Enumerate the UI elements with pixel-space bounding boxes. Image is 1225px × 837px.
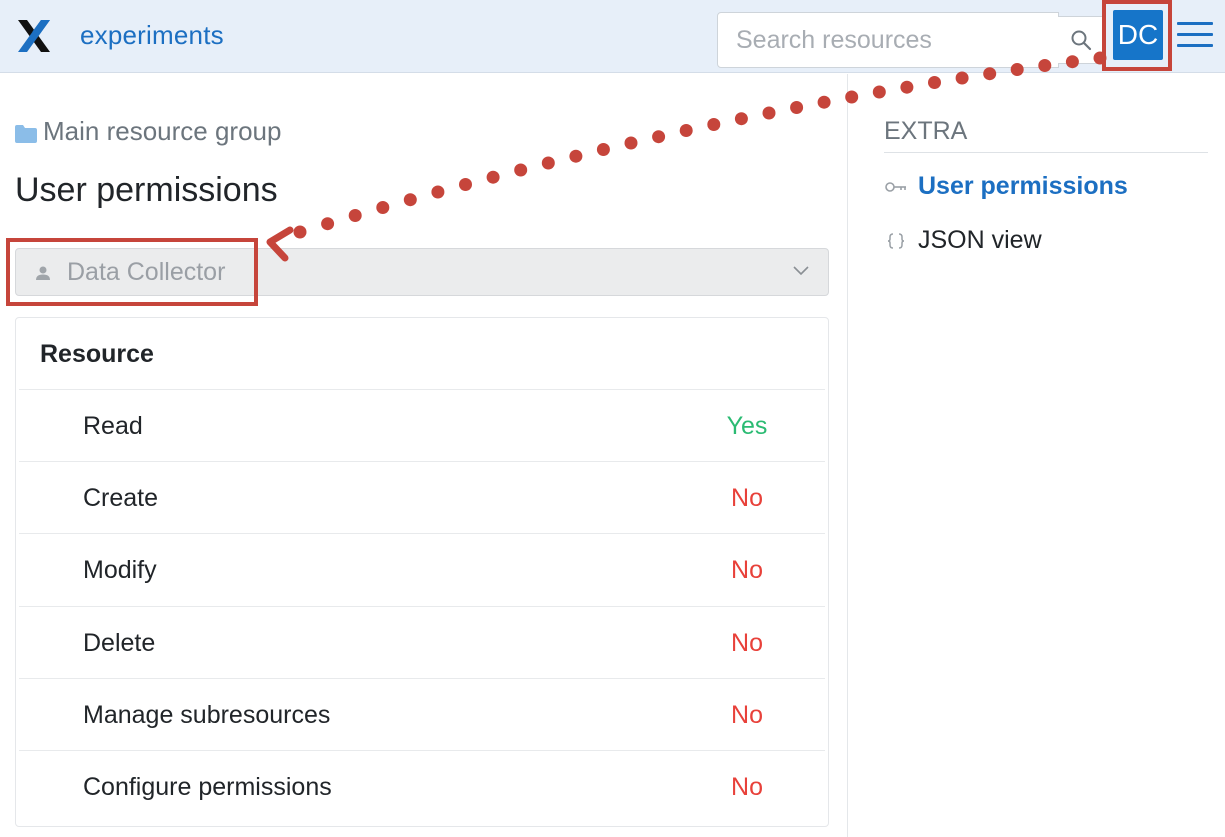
permissions-table: Resource Read Yes Create No Modify No De…	[15, 317, 829, 827]
search-input[interactable]	[717, 12, 1059, 68]
arrow-dot	[900, 80, 914, 94]
app-title-link[interactable]: experiments	[80, 20, 224, 51]
chevron-down-icon	[793, 266, 809, 276]
arrow-dot	[955, 71, 969, 85]
arrow-dot	[596, 143, 610, 156]
permissions-table-header: Resource	[40, 340, 154, 368]
arrow-dot	[514, 163, 528, 177]
top-navbar: experiments DC	[0, 0, 1225, 73]
arrow-dot	[569, 149, 583, 163]
key-icon	[885, 181, 906, 192]
arrow-dot	[762, 106, 776, 120]
sidebar-heading: EXTRA	[884, 117, 968, 145]
arrow-dot	[817, 95, 831, 109]
permission-value: No	[731, 556, 763, 584]
table-row: Manage subresources No	[19, 678, 825, 750]
table-row: Delete No	[19, 606, 825, 678]
arrow-dot	[403, 193, 417, 207]
sidebar-item-user-permissions[interactable]: User permissions	[884, 172, 1128, 201]
arrow-dot	[734, 112, 748, 126]
arrow-dot	[790, 101, 804, 114]
permission-name: Read	[83, 412, 143, 440]
hamburger-menu-button[interactable]	[1175, 18, 1215, 52]
permission-value: No	[731, 701, 763, 729]
permission-value: No	[731, 484, 763, 512]
user-icon	[36, 266, 50, 280]
folder-icon	[15, 124, 37, 143]
arrow-dot	[872, 85, 886, 99]
arrow-dot	[541, 156, 555, 170]
sidebar-item-json-view[interactable]: JSON view	[884, 226, 1042, 255]
arrow-dot	[293, 225, 307, 239]
arrow-dot	[486, 170, 500, 184]
page-title: User permissions	[15, 171, 278, 209]
breadcrumb[interactable]: Main resource group	[15, 116, 281, 147]
table-row: Create No	[19, 461, 825, 533]
app-logo-icon[interactable]	[16, 18, 52, 54]
breadcrumb-label: Main resource group	[43, 116, 282, 146]
permission-name: Create	[83, 484, 159, 512]
arrow-dot	[376, 201, 390, 214]
arrow-dot	[707, 118, 721, 131]
arrow-dot	[652, 130, 666, 144]
permission-name: Modify	[83, 556, 157, 584]
table-row: Modify No	[19, 533, 825, 605]
arrow-dot	[431, 185, 445, 199]
permission-name: Delete	[83, 629, 156, 657]
sidebar-heading-rule	[884, 152, 1208, 153]
search-icon	[1071, 30, 1091, 51]
arrow-dot	[321, 217, 335, 231]
arrow-dot	[928, 76, 941, 89]
permission-value: Yes	[726, 412, 768, 440]
permission-name: Manage subresources	[83, 701, 331, 729]
menu-bar	[1177, 44, 1213, 47]
search-button[interactable]	[1058, 16, 1104, 64]
sidebar-divider	[847, 74, 848, 837]
table-row: Read Yes	[19, 389, 825, 461]
user-avatar-button[interactable]: DC	[1113, 10, 1163, 60]
permission-value: No	[731, 629, 763, 657]
permission-name: Configure permissions	[83, 773, 332, 801]
arrow-dot	[679, 124, 693, 137]
menu-bar	[1177, 22, 1213, 25]
sidebar-item-label: JSON view	[918, 226, 1042, 254]
menu-bar	[1177, 33, 1213, 36]
role-select-value: Data Collector	[67, 258, 226, 286]
permission-value: No	[731, 773, 763, 801]
braces-icon	[887, 232, 905, 249]
role-select-dropdown[interactable]: Data Collector	[15, 248, 829, 296]
sidebar-item-label: User permissions	[918, 172, 1128, 200]
arrow-dot	[624, 136, 638, 150]
table-row: Configure permissions No	[19, 750, 825, 822]
arrow-dot	[459, 178, 472, 191]
arrow-dot	[348, 209, 362, 222]
